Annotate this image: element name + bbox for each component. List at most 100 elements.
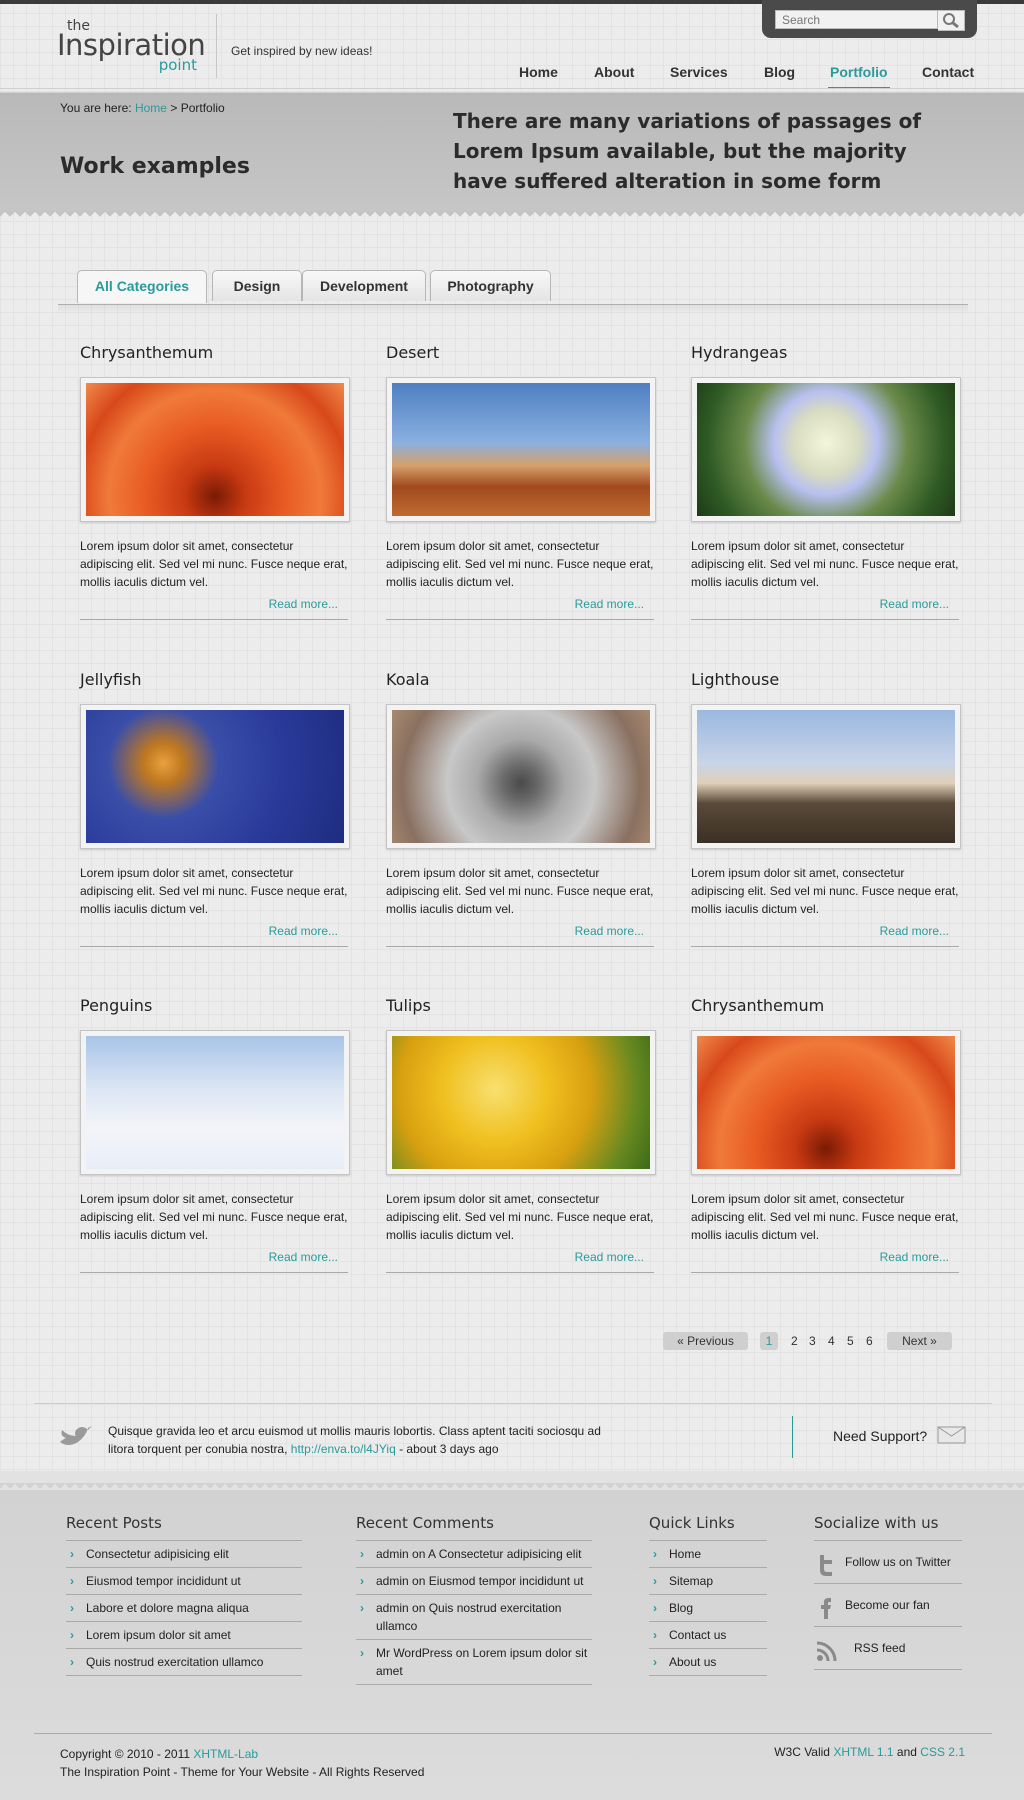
card-image-lighthouse[interactable] [697, 710, 955, 843]
read-more-link[interactable]: Read more... [880, 597, 949, 611]
css-link[interactable]: CSS 2.1 [920, 1745, 965, 1759]
tab-design[interactable]: Design [212, 270, 302, 301]
quick-link-item[interactable]: › About us [649, 1649, 767, 1676]
bullet-icon: › [653, 1628, 657, 1642]
card-image-jellyfish[interactable] [86, 710, 344, 843]
card-image-desert[interactable] [392, 383, 650, 516]
tweet-link[interactable]: http://enva.to/l4JYiq [291, 1442, 396, 1456]
card-title[interactable]: Penguins [80, 996, 350, 1016]
tab-all-categories[interactable]: All Categories [77, 270, 207, 303]
nav-services[interactable]: Services [670, 64, 728, 80]
card-image-chrysanthemum[interactable] [697, 1036, 955, 1169]
breadcrumb-sep: > [170, 101, 178, 115]
social-rss[interactable]: RSS feed [814, 1627, 962, 1670]
bullet-icon: › [70, 1628, 74, 1642]
read-more-link[interactable]: Read more... [269, 1250, 338, 1264]
portfolio-card: Tulips Lorem ipsum dolor sit amet, consec… [386, 996, 656, 1273]
card-description: Lorem ipsum dolor sit amet, consectetur … [691, 539, 959, 589]
card-image-frame[interactable] [386, 704, 656, 849]
card-image-frame[interactable] [691, 377, 961, 522]
page-5[interactable]: 5 [847, 1332, 854, 1350]
card-title[interactable]: Chrysanthemum [691, 996, 961, 1016]
pagination-previous-label: Previous [687, 1334, 734, 1348]
copyright-link[interactable]: XHTML-Lab [193, 1747, 258, 1761]
quick-link-item[interactable]: › Sitemap [649, 1568, 767, 1595]
site-logo[interactable]: the Inspiration point [57, 18, 206, 74]
page-1[interactable]: 1 [760, 1332, 778, 1350]
search-button[interactable] [938, 10, 965, 31]
portfolio-card: Desert Lorem ipsum dolor sit amet, consec… [386, 343, 656, 620]
card-title[interactable]: Desert [386, 343, 656, 363]
page-title: Work examples [60, 154, 250, 179]
nav-about[interactable]: About [594, 64, 634, 80]
card-title[interactable]: Koala [386, 670, 656, 690]
read-more-link[interactable]: Read more... [880, 1250, 949, 1264]
card-title[interactable]: Tulips [386, 996, 656, 1016]
nav-portfolio[interactable]: Portfolio [830, 64, 888, 80]
card-title[interactable]: Lighthouse [691, 670, 961, 690]
recent-post-item[interactable]: › Eiusmod tempor incididunt ut [66, 1568, 302, 1595]
pagination-previous[interactable]: « Previous [663, 1332, 748, 1350]
card-image-hydrangeas[interactable] [697, 383, 955, 516]
quick-link-item[interactable]: › Blog [649, 1595, 767, 1622]
social-facebook[interactable]: Become our fan [814, 1584, 962, 1627]
recent-comment-item-label: admin on Quis nostrud exercitation ullam… [376, 1601, 562, 1633]
card-image-frame[interactable] [386, 1030, 656, 1175]
page-4[interactable]: 4 [828, 1332, 835, 1350]
card-image-frame[interactable] [80, 1030, 350, 1175]
card-image-frame[interactable] [80, 704, 350, 849]
page-3[interactable]: 3 [809, 1332, 816, 1350]
quick-link-item[interactable]: › Contact us [649, 1622, 767, 1649]
recent-post-item[interactable]: › Labore et dolore magna aliqua [66, 1595, 302, 1622]
card-title[interactable]: Jellyfish [80, 670, 350, 690]
card-image-frame[interactable] [691, 704, 961, 849]
read-more-link[interactable]: Read more... [269, 924, 338, 938]
bullet-icon: › [653, 1547, 657, 1561]
xhtml-link[interactable]: XHTML 1.1 [833, 1745, 893, 1759]
search-input[interactable] [775, 10, 938, 29]
card-image-penguins[interactable] [86, 1036, 344, 1169]
card-image-tulips[interactable] [392, 1036, 650, 1169]
next-arrows-icon: » [930, 1334, 937, 1348]
recent-post-item[interactable]: › Consectetur adipisicing elit [66, 1541, 302, 1568]
pagination-next[interactable]: Next » [887, 1332, 952, 1350]
envelope-icon[interactable] [937, 1426, 966, 1447]
social-facebook-label: Become our fan [845, 1598, 930, 1612]
social-twitter[interactable]: Follow us on Twitter [814, 1541, 962, 1584]
recent-post-item[interactable]: › Quis nostrud exercitation ullamco [66, 1649, 302, 1676]
banner-zigzag [0, 211, 1024, 219]
nav-blog[interactable]: Blog [764, 64, 795, 80]
recent-comment-item[interactable]: › admin on A Consectetur adipisicing elit [356, 1541, 592, 1568]
quick-link-item-label: About us [669, 1655, 717, 1669]
read-more-link[interactable]: Read more... [575, 924, 644, 938]
card-divider [691, 946, 959, 947]
recent-comment-item[interactable]: › Mr WordPress on Lorem ipsum dolor sit a… [356, 1640, 592, 1685]
card-image-frame[interactable] [80, 377, 350, 522]
card-image-koala[interactable] [392, 710, 650, 843]
valid-and: and [896, 1745, 917, 1759]
twitter-bird-icon [58, 1424, 92, 1453]
quick-link-item[interactable]: › Home [649, 1541, 767, 1568]
nav-home[interactable]: Home [519, 64, 558, 80]
read-more-link[interactable]: Read more... [269, 597, 338, 611]
page-2[interactable]: 2 [791, 1332, 798, 1350]
recent-comment-item[interactable]: › admin on Eiusmod tempor incididunt ut [356, 1568, 592, 1595]
card-title[interactable]: Hydrangeas [691, 343, 961, 363]
breadcrumb-home[interactable]: Home [135, 101, 167, 115]
card-title[interactable]: Chrysanthemum [80, 343, 350, 363]
read-more-link[interactable]: Read more... [575, 597, 644, 611]
page-6[interactable]: 6 [866, 1332, 873, 1350]
quick-link-item-label: Contact us [669, 1628, 727, 1642]
recent-post-item[interactable]: › Lorem ipsum dolor sit amet [66, 1622, 302, 1649]
read-more-link[interactable]: Read more... [575, 1250, 644, 1264]
need-support-link[interactable]: Need Support? [833, 1428, 927, 1444]
recent-post-item-label: Lorem ipsum dolor sit amet [86, 1628, 231, 1642]
recent-comment-item[interactable]: › admin on Quis nostrud exercitation ulla… [356, 1595, 592, 1640]
card-image-frame[interactable] [691, 1030, 961, 1175]
card-image-frame[interactable] [386, 377, 656, 522]
card-image-chrysanthemum[interactable] [86, 383, 344, 516]
tab-photography[interactable]: Photography [430, 270, 551, 301]
nav-contact[interactable]: Contact [922, 64, 974, 80]
tab-development[interactable]: Development [302, 270, 426, 301]
read-more-link[interactable]: Read more... [880, 924, 949, 938]
